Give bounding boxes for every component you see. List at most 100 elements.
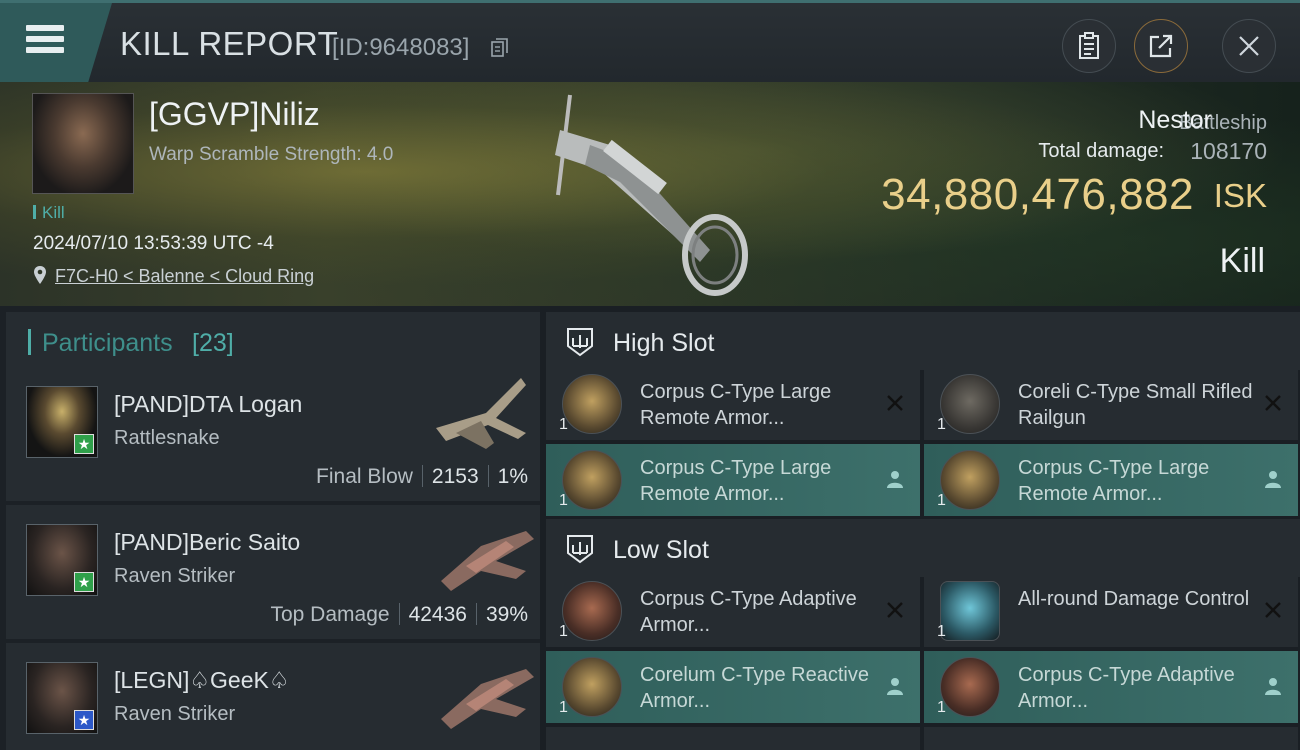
victim-ship-image (555, 94, 748, 296)
participants-title: Participants (42, 329, 173, 357)
fitting-panel: High Slot 1 Corpus C-Type Large Remote A… (540, 306, 1300, 750)
participant-ship: Raven Striker (114, 703, 236, 725)
participant-ship: Rattlesnake (114, 427, 220, 449)
module-quantity: 1 (937, 623, 946, 640)
dropped-icon (887, 678, 903, 695)
module-quantity: 1 (559, 416, 568, 433)
module-name: All-round Damage Control (1018, 588, 1250, 610)
module-slot[interactable]: 1 Corpus C-Type Adaptive Armor... (546, 575, 920, 647)
participants-count: [23] (192, 329, 234, 357)
module-name: Corpus C-Type Adaptive Armor... (1018, 664, 1235, 712)
module-name: Coreli C-Type Small Rifled Railgun (1018, 381, 1253, 429)
page-title: KILL REPORT (120, 25, 339, 62)
location-link[interactable]: F7C-H0 < Balenne < Cloud Ring (55, 266, 314, 287)
destroyed-icon (1265, 602, 1281, 618)
damage-control-icon (940, 581, 1000, 641)
module-name: Corelum C-Type Reactive Armor... (640, 664, 869, 712)
dropped-icon (1265, 678, 1281, 695)
victim-ship-name[interactable]: Nestor (1138, 106, 1212, 135)
module-slot[interactable]: 1 Coreli C-Type Small Rifled Railgun (924, 368, 1298, 440)
menu-button[interactable] (0, 3, 112, 85)
railgun-icon (940, 374, 1000, 434)
top-damage-label: Top Damage (270, 603, 390, 626)
module-slot[interactable]: 1 Corpus C-Type Large Remote Armor... (924, 444, 1298, 516)
share-icon (1149, 34, 1173, 58)
participant-name: [PAND]DTA Logan (114, 391, 303, 417)
low-slot-header: Low Slot (546, 519, 1300, 577)
close-icon (1239, 36, 1259, 56)
module-slot[interactable]: 1 Corpus C-Type Large Remote Armor... (546, 444, 920, 516)
standing-star-icon: ★ (74, 572, 94, 592)
module-quantity: 1 (937, 699, 946, 716)
participants-panel: Participants [23] ★ [PAND]DTA Logan Ratt… (0, 306, 540, 750)
hamburger-menu-icon (26, 25, 64, 59)
victim-portrait[interactable] (32, 93, 134, 194)
participant-ship-image (441, 669, 534, 729)
participant-row[interactable]: ★ [PAND]DTA Logan Rattlesnake Final Blow… (6, 367, 540, 501)
close-button[interactable] (1222, 19, 1276, 73)
module-name: Corpus C-Type Large Remote Armor... (640, 381, 832, 429)
participant-damage: 2153 (431, 465, 479, 488)
high-slot-header: High Slot (546, 312, 1300, 370)
participant-row[interactable]: ★ [LEGN]♤GeeK♤ Raven Striker (6, 643, 540, 750)
module-name: Corpus C-Type Large Remote Armor... (1018, 457, 1210, 505)
dropped-icon (1265, 471, 1281, 488)
module-slot[interactable] (546, 727, 920, 750)
share-button[interactable] (1134, 19, 1188, 73)
participants-header: Participants [23] (6, 312, 540, 370)
participant-ship-image (436, 378, 526, 449)
module-quantity: 1 (559, 492, 568, 509)
standing-star-icon: ★ (74, 434, 94, 454)
report-id: [ID:9648083] (332, 34, 470, 61)
participant-percent: 39% (485, 603, 528, 626)
module-slot[interactable]: 1 Corelum C-Type Reactive Armor... (546, 651, 920, 723)
total-damage-label: Total damage: (1038, 140, 1164, 162)
module-slot[interactable]: 1 Corpus C-Type Large Remote Armor... (546, 368, 920, 440)
copy-icon[interactable] (491, 38, 509, 58)
module-quantity: 1 (559, 699, 568, 716)
armor-hardener-icon (562, 657, 622, 717)
kill-datetime: 2024/07/10 13:53:39 UTC -4 (33, 233, 274, 254)
participant-stats: Final Blow 2153 1% (316, 465, 528, 489)
armor-repairer-icon (940, 450, 1000, 510)
low-slot-title: Low Slot (613, 536, 709, 564)
report-button[interactable] (1062, 19, 1116, 73)
dropped-icon (887, 471, 903, 488)
location-pin-icon (34, 266, 46, 284)
module-slot[interactable]: 1 Corpus C-Type Adaptive Armor... (924, 651, 1298, 723)
isk-value: 34,880,476,882 (881, 170, 1194, 219)
destroyed-icon (1265, 395, 1281, 411)
kill-result-label: Kill (1219, 242, 1265, 280)
victim-name[interactable]: [GGVP]Niliz (149, 96, 320, 133)
participant-row[interactable]: ★ [PAND]Beric Saito Raven Striker Top Da… (6, 505, 540, 639)
standing-star-icon: ★ (74, 710, 94, 730)
clipboard-icon (1079, 32, 1099, 59)
header-bar: KILL REPORT [ID:9648083] (0, 0, 1300, 85)
total-damage-value: 108170 (1190, 138, 1267, 164)
participant-name: [PAND]Beric Saito (114, 529, 301, 555)
armor-repairer-icon (562, 374, 622, 434)
armor-repairer-icon (562, 450, 622, 510)
module-slot[interactable]: 1 All-round Damage Control (924, 575, 1298, 647)
armor-hardener-icon (940, 657, 1000, 717)
isk-unit: ISK (1213, 177, 1267, 214)
participant-name: [LEGN]♤GeeK♤ (114, 667, 290, 693)
victim-summary: [GGVP]Niliz Warp Scramble Strength: 4.0 … (0, 82, 1300, 306)
participant-stats: Top Damage 42436 39% (270, 603, 528, 627)
warp-scramble-strength: Warp Scramble Strength: 4.0 (149, 144, 394, 165)
participant-ship: Raven Striker (114, 565, 236, 587)
kill-tag: Kill (33, 203, 65, 223)
armor-hardener-icon (562, 581, 622, 641)
low-slot-icon (567, 535, 593, 564)
module-name: Corpus C-Type Adaptive Armor... (640, 588, 857, 636)
module-quantity: 1 (559, 623, 568, 640)
participant-damage: 42436 (408, 603, 467, 626)
high-slot-title: High Slot (613, 329, 715, 357)
participant-ship-image (441, 531, 534, 591)
final-blow-label: Final Blow (316, 465, 413, 488)
high-slot-icon (567, 328, 593, 357)
participant-percent: 1% (497, 465, 528, 488)
module-quantity: 1 (937, 492, 946, 509)
module-name: Corpus C-Type Large Remote Armor... (640, 457, 832, 505)
module-slot[interactable] (924, 727, 1298, 750)
